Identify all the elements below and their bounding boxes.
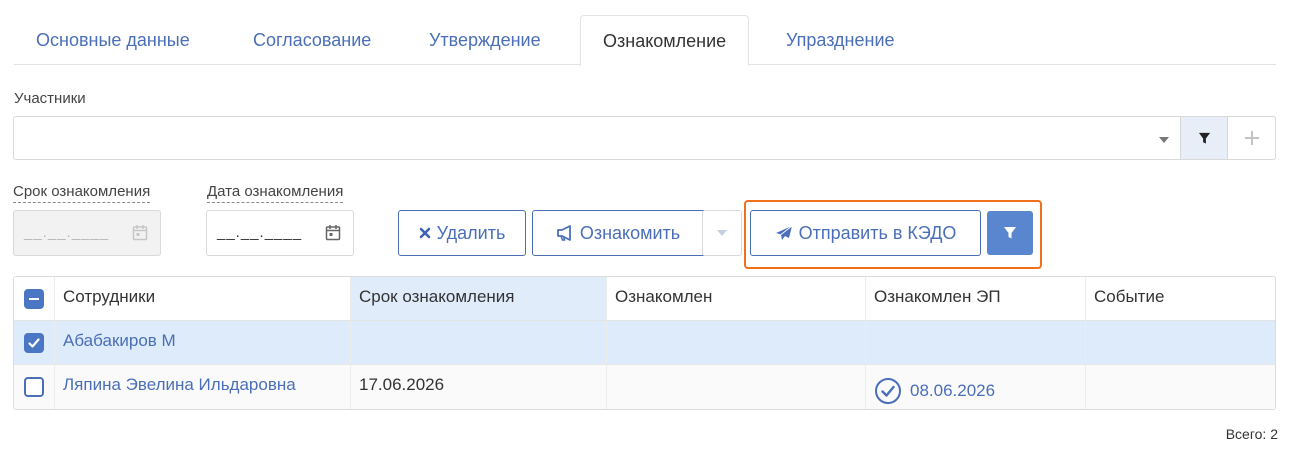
column-header-employees[interactable]: Сотрудники — [54, 277, 350, 320]
ack-date-placeholder: __.__.____ — [217, 224, 303, 241]
chevron-down-icon — [717, 230, 727, 236]
total-count: Всего: 2 — [1225, 426, 1278, 442]
highlight-frame — [744, 200, 1042, 269]
deadline-cell — [350, 321, 606, 364]
column-header-deadline[interactable]: Срок ознакомления — [350, 277, 606, 320]
row-checkbox[interactable] — [24, 333, 44, 353]
acquaint-button-label: Ознакомить — [579, 222, 681, 243]
row-checkbox-cell — [14, 321, 54, 364]
acquaint-dropdown-toggle[interactable] — [702, 210, 742, 256]
column-header-event[interactable]: Событие — [1085, 277, 1275, 320]
plus-icon — [1245, 131, 1259, 145]
table-row[interactable]: Абабакиров М — [14, 321, 1275, 365]
column-header-acquainted[interactable]: Ознакомлен — [606, 277, 865, 320]
tab-bar: Основные данные Согласование Утверждение… — [14, 15, 1276, 66]
table-row[interactable]: Ляпина Эвелина Ильдаровна 17.06.2026 08.… — [14, 365, 1275, 409]
acquainted-ep-date[interactable]: 08.06.2026 — [910, 381, 995, 401]
acquainted-ep-cell — [865, 321, 1085, 364]
participants-select[interactable] — [13, 116, 1276, 160]
employee-link[interactable]: Ляпина Эвелина Ильдаровна — [54, 365, 350, 409]
tab-confirmation[interactable]: Утверждение — [407, 15, 563, 65]
ack-date-field[interactable]: __.__.____ — [206, 210, 354, 256]
employee-link[interactable]: Абабакиров М — [54, 321, 350, 364]
add-participant-button[interactable] — [1229, 117, 1275, 159]
select-all-checkbox[interactable] — [24, 289, 44, 309]
ack-date-label: Дата ознакомления — [207, 183, 344, 203]
row-checkbox-cell — [14, 365, 54, 409]
event-cell — [1085, 321, 1275, 364]
tab-familiarization[interactable]: Ознакомление — [580, 15, 750, 66]
deadline-date-placeholder: __.__.____ — [24, 224, 110, 241]
check-circle-icon — [875, 377, 901, 404]
table-header: Сотрудники Срок ознакомления Ознакомлен … — [14, 277, 1275, 321]
event-cell — [1085, 365, 1275, 409]
acquainted-ep-cell: 08.06.2026 — [865, 365, 1085, 409]
tab-abolition[interactable]: Упразднение — [764, 15, 917, 65]
bullhorn-icon — [556, 225, 574, 241]
header-checkbox-cell — [14, 277, 54, 320]
acquainted-cell — [606, 365, 865, 409]
filter-icon — [1198, 132, 1210, 144]
acquaint-button[interactable]: Ознакомить — [532, 210, 704, 256]
participants-filter-button[interactable] — [1180, 117, 1228, 159]
column-header-acquainted-ep[interactable]: Ознакомлен ЭП — [865, 277, 1085, 320]
delete-button-label: Удалить — [436, 222, 506, 243]
participants-label: Участники — [14, 90, 86, 107]
participants-table: Сотрудники Срок ознакомления Ознакомлен … — [13, 276, 1276, 410]
calendar-icon[interactable] — [325, 224, 341, 246]
deadline-cell: 17.06.2026 — [350, 365, 606, 409]
row-checkbox[interactable] — [24, 377, 44, 397]
acquainted-cell — [606, 321, 865, 364]
tab-main-data[interactable]: Основные данные — [14, 15, 212, 65]
deadline-date-field: __.__.____ — [13, 210, 161, 256]
deadline-label: Срок ознакомления — [13, 183, 151, 203]
tab-approval[interactable]: Согласование — [231, 15, 393, 65]
times-icon — [419, 227, 431, 239]
chevron-down-icon[interactable] — [1159, 137, 1169, 143]
delete-button[interactable]: Удалить — [398, 210, 526, 256]
calendar-icon — [132, 224, 148, 246]
